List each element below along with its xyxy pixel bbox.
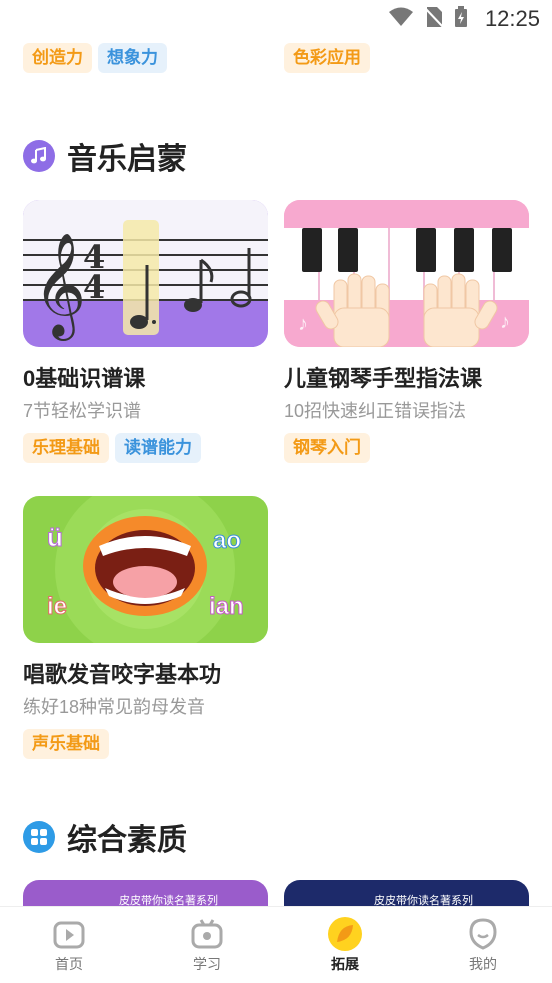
course-card-sight-reading[interactable]: 𝄞 4 4 0基础识谱课 7节轻松学识谱 乐理基础 读谱能力 <box>23 200 268 463</box>
course-card-singing-pronunciation[interactable]: ü ao ie ian 唱歌发音咬字基本功 练好18种常见韵母发音 声乐基础 <box>23 496 268 759</box>
thumb-letter-ao: ao <box>213 527 241 554</box>
tab-label: 我的 <box>469 956 497 972</box>
tag-reading-ability: 读谱能力 <box>115 433 201 463</box>
course-thumb-mouth: ü ao ie ian <box>23 496 268 643</box>
tab-mine[interactable]: 我的 <box>414 907 552 983</box>
course-thumb-staff: 𝄞 4 4 <box>23 200 268 347</box>
tag-music-theory: 乐理基础 <box>23 433 109 463</box>
tab-home[interactable]: 首页 <box>0 907 138 983</box>
course-subtitle: 10招快速纠正错误指法 <box>284 401 467 421</box>
music-note-icon <box>23 140 55 172</box>
thumb-letter-ie: ie <box>47 593 67 620</box>
tag-imagination: 想象力 <box>98 43 167 73</box>
tag-piano-beginner: 钢琴入门 <box>284 433 370 463</box>
course-tags: 声乐基础 <box>23 729 268 759</box>
section-title-general: 综合素质 <box>23 815 187 859</box>
status-icons <box>388 6 468 28</box>
top-tags-left: 创造力 想象力 <box>23 43 173 73</box>
svg-text:♪: ♪ <box>298 313 308 335</box>
section-title-text: 综合素质 <box>67 824 187 857</box>
profile-face-icon <box>465 916 501 952</box>
tab-label: 学习 <box>193 956 221 972</box>
section-title-text: 音乐启蒙 <box>67 143 187 176</box>
tab-study[interactable]: 学习 <box>138 907 276 983</box>
tab-label: 首页 <box>55 956 83 972</box>
wifi-icon <box>389 7 413 26</box>
battery-charging-icon <box>455 6 467 27</box>
section-title-music: 音乐启蒙 <box>23 134 187 178</box>
course-tags: 乐理基础 读谱能力 <box>23 433 268 463</box>
thumb-letter-u: ü <box>47 522 63 552</box>
course-card-piano-fingering[interactable]: ♪ ♪ 儿童钢琴手型指法课 10招快速纠正错误指法 钢琴入门 <box>284 200 529 463</box>
tag-vocal-basics: 声乐基础 <box>23 729 109 759</box>
bottom-tab-bar: 首页 学习 拓展 我的 <box>0 906 552 983</box>
status-bar: 12:25 <box>0 0 552 36</box>
thumb-letter-ian: ian <box>209 593 244 620</box>
grid-apps-icon <box>23 821 55 853</box>
course-title: 唱歌发音咬字基本功 <box>23 662 222 687</box>
top-tags-right: 色彩应用 <box>284 43 376 73</box>
course-subtitle: 7节轻松学识谱 <box>23 401 142 421</box>
home-play-icon <box>51 916 87 952</box>
course-thumb-piano: ♪ ♪ <box>284 200 529 347</box>
leaf-icon <box>327 916 363 952</box>
svg-text:♪: ♪ <box>500 311 510 333</box>
course-subtitle: 练好18种常见韵母发音 <box>23 697 206 717</box>
tab-extend[interactable]: 拓展 <box>276 907 414 983</box>
status-time: 12:25 <box>484 6 540 31</box>
tag-color-use: 色彩应用 <box>284 43 370 73</box>
course-title: 0基础识谱课 <box>23 366 146 391</box>
tab-label: 拓展 <box>331 956 359 972</box>
svg-text:𝄞: 𝄞 <box>33 232 86 341</box>
svg-text:4: 4 <box>83 268 105 306</box>
tv-study-icon <box>189 916 225 952</box>
tag-creativity: 创造力 <box>23 43 92 73</box>
no-sim-icon <box>424 7 444 28</box>
course-title: 儿童钢琴手型指法课 <box>284 366 483 391</box>
course-tags: 钢琴入门 <box>284 433 529 463</box>
